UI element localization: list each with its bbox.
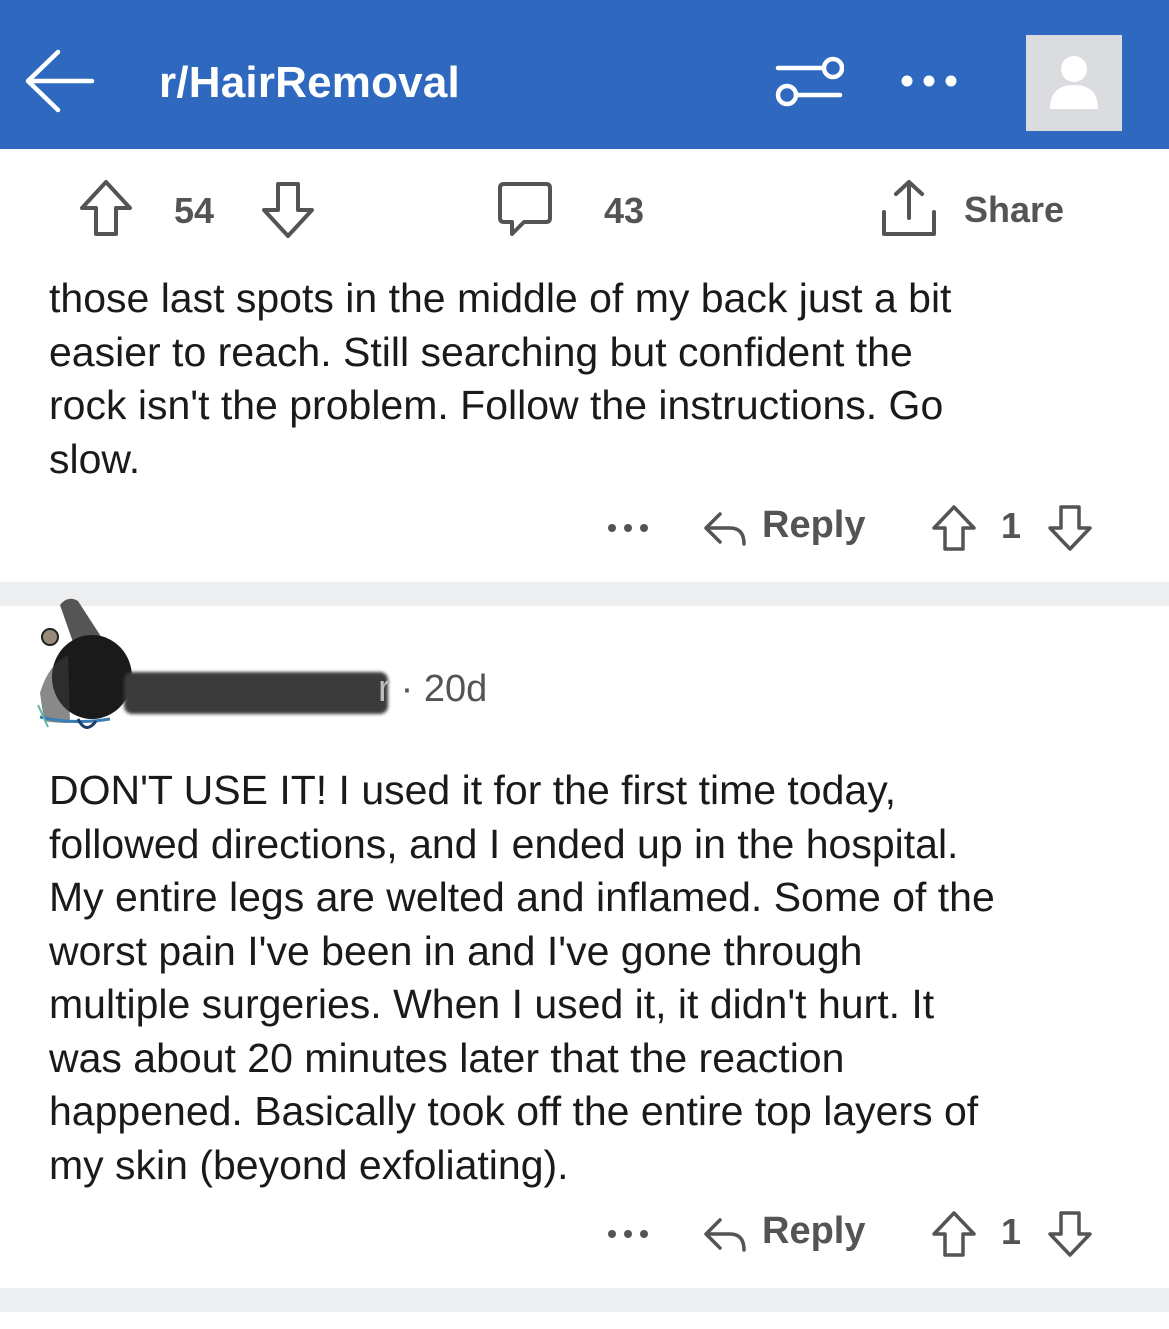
comment-upvote-icon[interactable] bbox=[930, 1210, 978, 1258]
post-action-bar: 54 43 Share bbox=[0, 170, 1169, 250]
post-comment-count: 43 bbox=[604, 190, 645, 231]
sliders-icon[interactable] bbox=[774, 52, 844, 112]
reply-button[interactable]: Reply bbox=[762, 1210, 865, 1253]
comment-divider bbox=[0, 1288, 1169, 1312]
comment-bubble-icon[interactable] bbox=[496, 180, 554, 240]
comment-score: 1 bbox=[1001, 1211, 1022, 1252]
username-fragment: r bbox=[378, 668, 391, 710]
user-icon bbox=[1050, 56, 1098, 109]
share-icon[interactable] bbox=[880, 178, 938, 240]
comment-downvote-icon[interactable] bbox=[1046, 1210, 1094, 1258]
arrow-left-icon[interactable] bbox=[22, 48, 96, 114]
comment-age: · 20d bbox=[400, 668, 488, 710]
ellipsis-icon[interactable] bbox=[896, 66, 962, 96]
profile-avatar-button[interactable] bbox=[1026, 35, 1122, 131]
comment-more-icon[interactable] bbox=[606, 518, 650, 538]
app-header: r/HairRemoval bbox=[0, 0, 1169, 149]
reply-icon[interactable] bbox=[702, 1214, 748, 1254]
comment-2-header bbox=[0, 595, 1169, 745]
comment-more-icon[interactable] bbox=[606, 1224, 650, 1244]
comment-1-actions: Reply 1 bbox=[0, 498, 1169, 558]
comment-2-meta: r · 20d bbox=[378, 668, 487, 711]
subreddit-title[interactable]: r/HairRemoval bbox=[159, 58, 460, 108]
comment-score: 1 bbox=[1001, 505, 1022, 546]
upvote-icon[interactable] bbox=[78, 178, 134, 238]
comment-downvote-icon[interactable] bbox=[1046, 504, 1094, 552]
comment-upvote-icon[interactable] bbox=[930, 504, 978, 552]
comment-1-body: those last spots in the middle of my bac… bbox=[49, 275, 952, 482]
post-vote-count: 54 bbox=[174, 190, 215, 231]
reply-button[interactable]: Reply bbox=[762, 504, 865, 547]
share-button-label[interactable]: Share bbox=[964, 189, 1064, 231]
reply-icon[interactable] bbox=[702, 508, 748, 548]
downvote-icon[interactable] bbox=[260, 180, 316, 240]
user-avatar[interactable] bbox=[34, 595, 146, 745]
comment-2-body: DON'T USE IT! I used it for the first ti… bbox=[49, 767, 995, 1188]
comment-2-actions: Reply 1 bbox=[0, 1204, 1169, 1264]
redacted-username bbox=[124, 672, 388, 714]
